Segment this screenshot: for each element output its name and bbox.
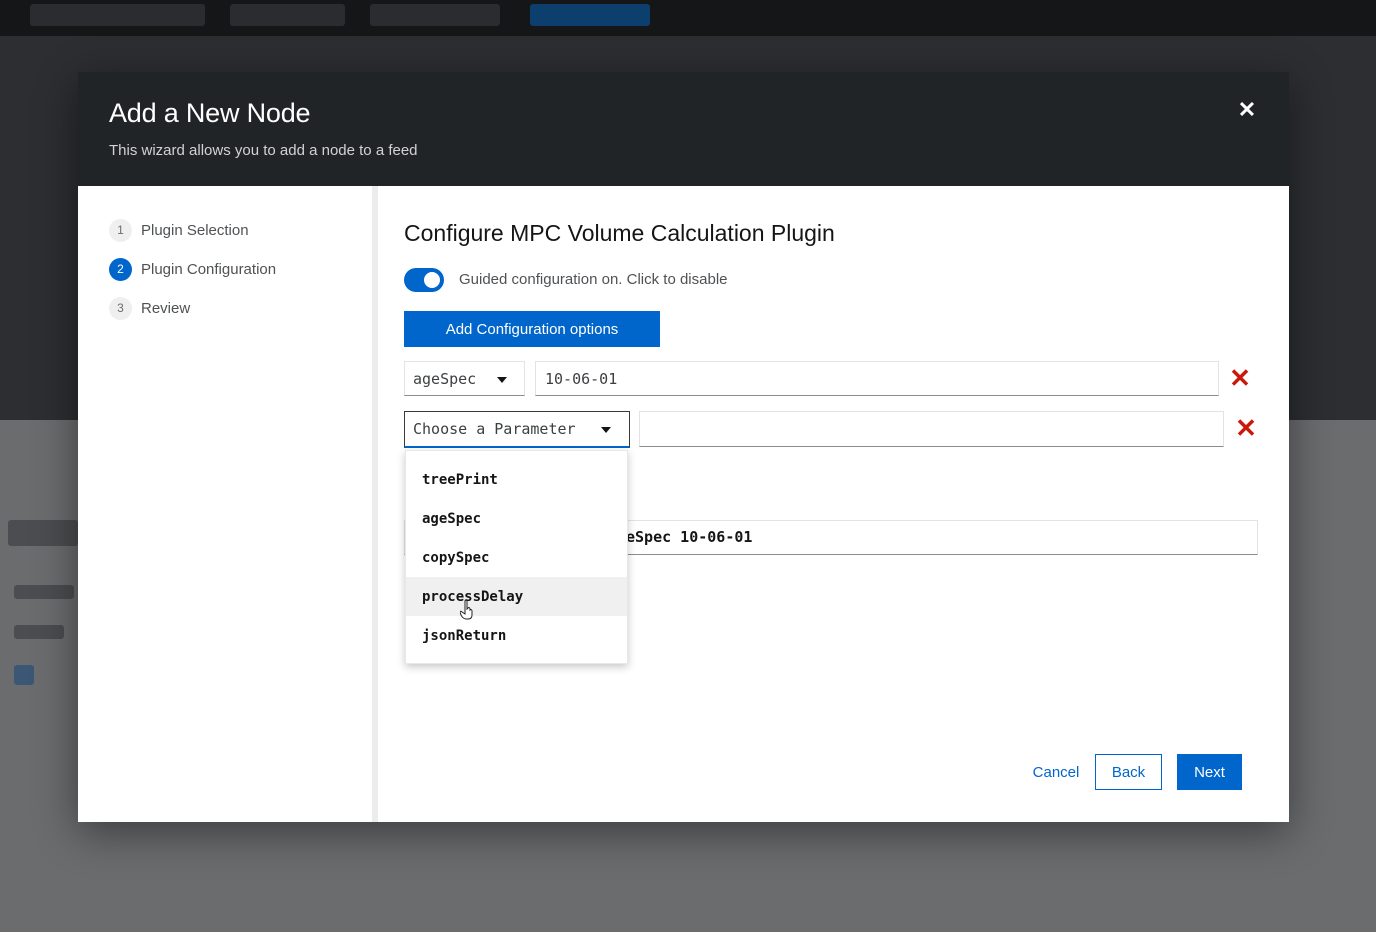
step-number: 1 [109, 218, 132, 242]
dropdown-option[interactable]: processDelay [406, 577, 627, 616]
add-node-wizard-modal: Add a New Node This wizard allows you to… [78, 72, 1289, 822]
page-title: Configure MPC Volume Calculation Plugin [404, 220, 835, 246]
parameter-value: 10-06-01 [545, 369, 618, 388]
step-review[interactable]: 3 Review [109, 296, 190, 320]
step-label: Plugin Configuration [141, 260, 277, 278]
next-button[interactable]: Next [1177, 754, 1242, 790]
parameter-select[interactable]: ageSpec [404, 361, 525, 396]
dropdown-option[interactable]: ageSpec [406, 499, 627, 538]
step-number: 2 [109, 257, 132, 281]
background-block [14, 665, 34, 685]
back-button[interactable]: Back [1095, 754, 1162, 790]
parameter-select-value: Choose a Parameter [413, 420, 576, 438]
close-icon[interactable]: ✕ [1235, 98, 1259, 122]
step-label: Review [141, 299, 191, 317]
background-block [14, 625, 64, 639]
parameter-value-input[interactable] [639, 411, 1224, 447]
background-nav-item [230, 4, 345, 26]
parameter-select-value: ageSpec [413, 369, 477, 388]
parameter-value-input[interactable]: 10-06-01 [535, 361, 1219, 396]
background-topbar [0, 0, 1376, 36]
caret-down-icon [601, 427, 611, 433]
toggle-knob [424, 272, 440, 288]
background-block [8, 520, 78, 546]
step-plugin-configuration[interactable]: 2 Plugin Configuration [109, 257, 276, 281]
guided-config-toggle[interactable] [404, 268, 444, 292]
background-nav-item [370, 4, 500, 26]
parameter-select[interactable]: Choose a Parameter [404, 411, 630, 448]
step-number: 3 [109, 296, 132, 320]
dropdown-option[interactable]: treePrint [406, 460, 627, 499]
add-configuration-options-button[interactable]: Add Configuration options [404, 311, 660, 347]
hand-cursor-icon [460, 600, 473, 620]
cancel-button[interactable]: Cancel [1026, 754, 1086, 790]
step-label: Plugin Selection [141, 221, 249, 239]
dropdown-option[interactable]: jsonReturn [406, 616, 627, 655]
wizard-steps-nav: 1 Plugin Selection 2 Plugin Configuratio… [78, 186, 372, 822]
parameter-dropdown-menu: treePrint ageSpec copySpec processDelay … [405, 450, 628, 664]
remove-parameter-icon[interactable]: ✕ [1229, 365, 1251, 391]
toggle-label: Guided configuration on. Click to disabl… [459, 271, 728, 288]
steps-divider [372, 186, 378, 822]
background-nav-item [30, 4, 205, 26]
modal-title: Add a New Node [109, 98, 311, 128]
modal-description: This wizard allows you to add a node to … [109, 142, 418, 159]
modal-header: Add a New Node This wizard allows you to… [78, 72, 1289, 186]
step-plugin-selection[interactable]: 1 Plugin Selection [109, 218, 249, 242]
background-block [14, 585, 74, 599]
remove-parameter-icon[interactable]: ✕ [1235, 415, 1257, 441]
caret-down-icon [497, 377, 507, 383]
dropdown-option[interactable]: copySpec [406, 538, 627, 577]
command-preview-text: eSpec 10-06-01 [626, 528, 753, 546]
background-nav-item [530, 4, 650, 26]
